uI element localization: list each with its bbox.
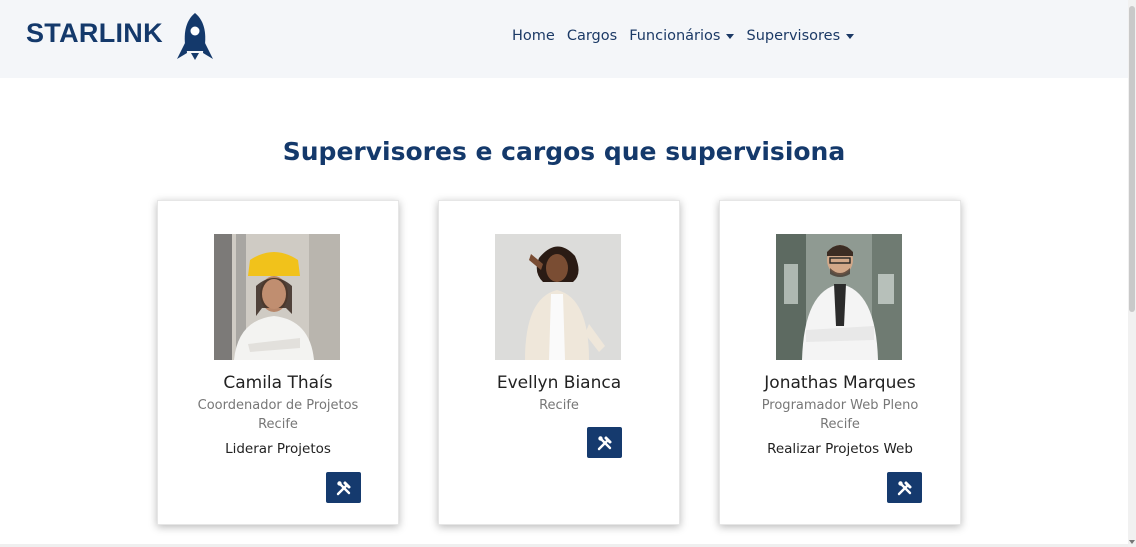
- supervised-task: Realizar Projetos Web: [767, 441, 913, 457]
- nav-funcionarios-dropdown[interactable]: Funcionários: [629, 28, 735, 44]
- scrollbar-thumb[interactable]: [1129, 6, 1135, 312]
- nav-cargos[interactable]: Cargos: [567, 28, 617, 44]
- supervisor-role: Programador Web Pleno: [761, 398, 919, 413]
- tools-icon: [897, 480, 911, 495]
- supervisor-photo: [214, 234, 340, 360]
- caret-down-icon: [726, 33, 735, 39]
- rocket-icon[interactable]: [174, 11, 216, 63]
- supervisor-city: Recife: [539, 398, 579, 413]
- nav-supervisores-dropdown[interactable]: Supervisores: [746, 28, 855, 44]
- manage-button[interactable]: [887, 472, 922, 503]
- tools-icon: [336, 480, 350, 495]
- supervisor-card: Evellyn Bianca Recife: [438, 200, 680, 525]
- scroll-down-icon[interactable]: [1129, 540, 1135, 544]
- supervisor-photo: [495, 234, 621, 360]
- supervisor-city: Recife: [258, 417, 298, 432]
- nav-home[interactable]: Home: [512, 28, 555, 44]
- supervisor-card: Jonathas Marques Programador Web Pleno R…: [719, 200, 961, 525]
- supervisor-photo: [776, 234, 902, 360]
- manage-button[interactable]: [326, 472, 361, 503]
- supervisor-card: Camila Thaís Coordenador de Projetos Rec…: [157, 200, 399, 525]
- brand-name[interactable]: STARLINK: [26, 18, 163, 49]
- manage-button[interactable]: [587, 427, 622, 458]
- page-title: Supervisores e cargos que supervisiona: [282, 137, 846, 166]
- main-nav: Home Cargos Funcionários Supervisores: [512, 28, 866, 44]
- supervisor-city: Recife: [820, 417, 860, 432]
- page-scrollbar[interactable]: [1128, 0, 1136, 547]
- supervised-task: Liderar Projetos: [225, 441, 331, 457]
- navbar: STARLINK Home Cargos Funcionários Superv…: [0, 0, 1128, 78]
- supervisor-name: Jonathas Marques: [764, 373, 916, 393]
- tools-icon: [597, 435, 611, 450]
- supervisor-role: Coordenador de Projetos: [197, 398, 359, 413]
- supervisor-name: Camila Thaís: [223, 373, 333, 393]
- supervisor-name: Evellyn Bianca: [496, 373, 622, 393]
- caret-down-icon: [846, 33, 855, 39]
